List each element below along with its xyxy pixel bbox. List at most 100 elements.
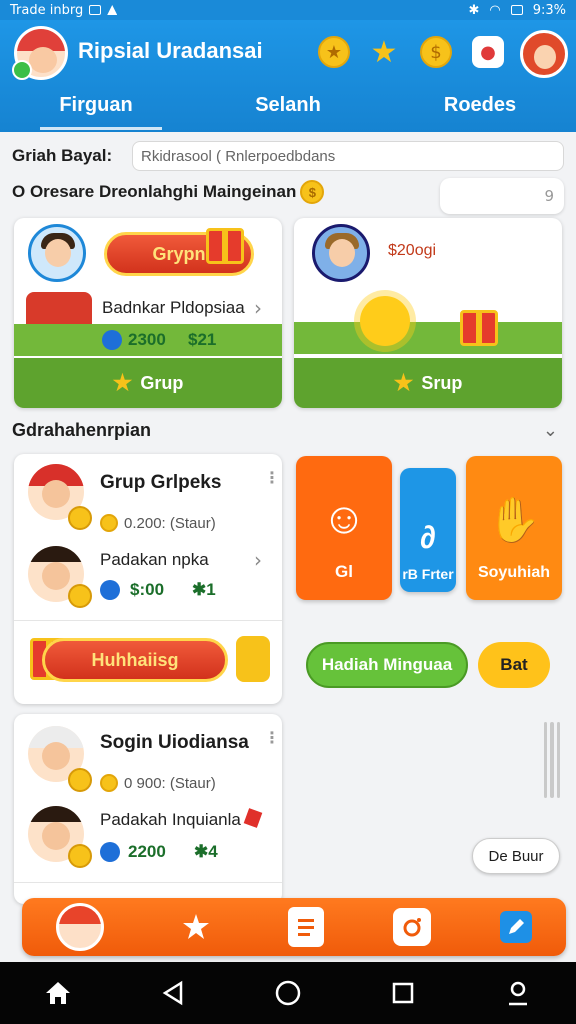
- coin-icon: [68, 584, 92, 608]
- tile-label: rB Frter: [402, 566, 454, 582]
- stat-money: $21: [188, 330, 217, 349]
- section2-title: Gdrahahenrpian: [12, 420, 152, 440]
- recents-icon[interactable]: [388, 978, 418, 1008]
- promo-card-2[interactable]: $20ogi ★ Srup: [294, 218, 562, 408]
- star-icon: ★: [393, 370, 414, 395]
- back-icon[interactable]: [158, 978, 188, 1008]
- coin-icon: [68, 844, 92, 868]
- button-label: Srup: [421, 372, 463, 393]
- grass-strip: [294, 322, 562, 354]
- item-label: Badnkar Pldopsiaa: [102, 298, 245, 317]
- search-row: Griah Bayal:: [12, 140, 564, 172]
- card-title: Grup Grlpeks: [100, 472, 222, 493]
- gift-icon: [206, 228, 244, 264]
- tab-bar: Firguan Selanh Roedes: [0, 88, 576, 132]
- section-heading: O Oresare Dreonlahghi Maingeinan $: [12, 180, 325, 204]
- nav-list-icon[interactable]: [287, 907, 324, 947]
- user-icon[interactable]: [503, 978, 533, 1008]
- subtitle-text: 0.200: (Staur): [124, 514, 216, 532]
- card-subtitle: 0.200: (Staur): [100, 514, 216, 532]
- huhhaiisg-button[interactable]: Huhhaiisg: [42, 638, 228, 682]
- status-time: 9:3%: [532, 2, 566, 18]
- bluetooth-icon: ✱: [468, 2, 480, 18]
- divider: [14, 620, 282, 621]
- grup-button[interactable]: ★ Grup: [14, 358, 282, 408]
- card-title: Sogin Uiodiansa: [100, 732, 249, 753]
- player-avatar: [312, 224, 370, 282]
- count-pill-value: 9: [544, 187, 554, 205]
- scrollbar[interactable]: [544, 722, 560, 798]
- stat-value: 2200: [128, 842, 166, 861]
- item-label: Padakan npka: [100, 550, 209, 569]
- button-label: Grup: [140, 372, 184, 393]
- stat-count: ✱1: [192, 580, 216, 599]
- promo-card-1[interactable]: Grypn Badnkar Pldopsiaa › 2300 $21 ★ Gru…: [14, 218, 282, 408]
- home-icon[interactable]: [43, 978, 73, 1008]
- smiley-icon: ☺: [321, 494, 367, 543]
- circle-home-icon[interactable]: [273, 978, 303, 1008]
- tab-roedes[interactable]: Roedes: [384, 88, 576, 132]
- currency-coin-icon[interactable]: $: [420, 36, 452, 68]
- hand-icon: ✋: [486, 496, 542, 545]
- tile-label: Soyuhiah: [477, 564, 550, 581]
- nav-camera-icon[interactable]: [392, 908, 431, 946]
- star-icon[interactable]: ★: [368, 35, 400, 70]
- coin-icon: [68, 506, 92, 530]
- tab-selanh[interactable]: Selanh: [192, 88, 384, 132]
- online-badge-icon: [12, 60, 32, 80]
- tile-frter[interactable]: ∂ rB Frter: [400, 468, 456, 592]
- stat-value: 2300: [128, 330, 166, 349]
- tile-label: Gl: [335, 562, 353, 581]
- bat-button[interactable]: Bat: [478, 642, 550, 688]
- more-options-icon[interactable]: ⋮: [264, 728, 280, 747]
- hand-icon: [236, 636, 270, 682]
- bottom-nav: [22, 898, 566, 956]
- subtitle-text: 0 900: (Staur): [124, 774, 216, 792]
- stat-money: $:00: [130, 580, 165, 599]
- app-header: Ripsial Uradansai ★ ★ $ ● Firguan Selanh…: [0, 20, 576, 132]
- srup-button[interactable]: ★ Srup: [294, 358, 562, 408]
- tab-firguan[interactable]: Firguan: [0, 88, 192, 132]
- chat-notification-icon[interactable]: ●: [472, 36, 504, 68]
- list-card-1[interactable]: Grup Grlpeks ⋮ 0.200: (Staur) Padakan np…: [14, 454, 282, 704]
- chevron-right-icon[interactable]: ›: [254, 548, 262, 572]
- chevron-right-icon[interactable]: ›: [254, 296, 262, 320]
- app-title: Ripsial Uradansai: [78, 38, 263, 63]
- coin-icon: [100, 514, 118, 532]
- coin-icon: [100, 774, 118, 792]
- gift-icon: [460, 310, 498, 346]
- count-pill[interactable]: 9: [440, 178, 564, 214]
- search-input[interactable]: [132, 141, 564, 171]
- system-nav-bar: [0, 962, 576, 1024]
- gem-icon: [102, 330, 122, 350]
- float-button[interactable]: De Buur: [472, 838, 560, 874]
- ribbon-label: Huhhaiisg: [91, 649, 179, 670]
- coin-icon: $: [300, 180, 325, 204]
- friend-avatar[interactable]: [520, 30, 568, 78]
- flag-icon: [243, 808, 263, 828]
- sun-icon: [360, 296, 410, 346]
- battery-icon: [510, 5, 523, 15]
- ribbon-label: Grypn: [152, 243, 206, 264]
- hadiah-minguaa-button[interactable]: Hadiah Minguaa: [306, 642, 468, 688]
- player-avatar: [28, 224, 86, 282]
- status-left-text: Trade inbrg: [10, 2, 84, 18]
- rocket-icon: [100, 842, 120, 862]
- nav-puzzle-icon[interactable]: [173, 904, 219, 950]
- divider: [14, 882, 282, 883]
- chevron-down-icon[interactable]: ⌄: [543, 420, 558, 441]
- nav-edit-icon[interactable]: [499, 911, 532, 943]
- more-options-icon[interactable]: ⋮: [264, 468, 280, 487]
- search-label: Griah Bayal:: [12, 146, 113, 165]
- list-card-2[interactable]: Sogin Uiodiansa ⋮ 0 900: (Staur) Padakah…: [14, 714, 282, 904]
- tile-soyuhiah[interactable]: ✋ Soyuhiah: [466, 456, 562, 600]
- coin-icon: [68, 768, 92, 792]
- rocket-icon: [100, 580, 120, 600]
- stat-count-value: 1: [206, 580, 216, 599]
- status-bar: Trade inbrg ✱ ◠ 9:3%: [0, 0, 576, 20]
- notification-icon: [89, 5, 102, 15]
- coin-icon[interactable]: ★: [318, 36, 350, 68]
- tile-gl[interactable]: ☺ Gl: [296, 456, 392, 600]
- nav-profile-avatar[interactable]: [56, 903, 105, 951]
- section-title: O Oresare Dreonlahghi Maingeinan: [12, 182, 297, 201]
